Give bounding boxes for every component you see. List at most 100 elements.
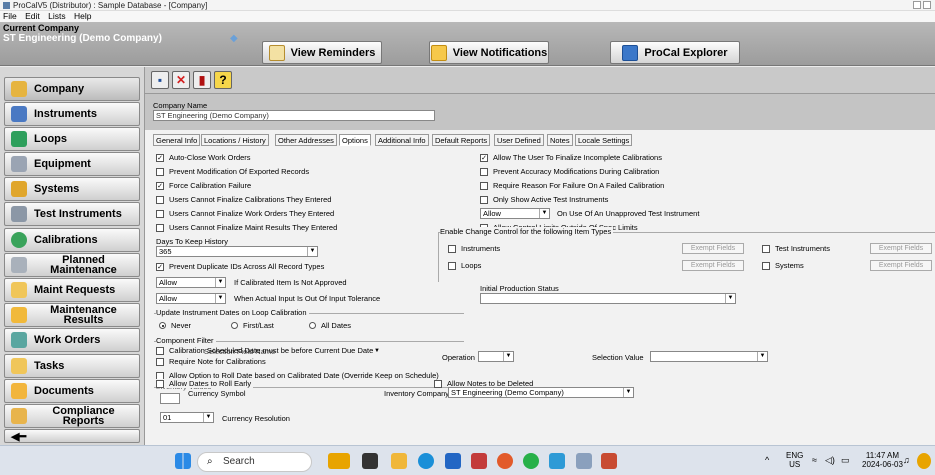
language-indicator[interactable]: ENG US xyxy=(786,451,803,469)
file-explorer-icon[interactable] xyxy=(391,453,407,469)
tab-locale-settings[interactable]: Locale Settings xyxy=(575,134,633,146)
sidebar-item-loops[interactable]: Loops xyxy=(4,127,140,151)
initial-production-select[interactable]: ▼ xyxy=(480,293,736,304)
taskbar-search[interactable]: Search xyxy=(197,452,312,472)
tab-default-reports[interactable]: Default Reports xyxy=(432,134,491,146)
menu-file[interactable]: File xyxy=(3,11,17,21)
checkbox-finalize-calibrations[interactable]: Users Cannot Finalize Calibrations They … xyxy=(156,195,331,204)
tolerance-select[interactable]: Allow ▼ xyxy=(156,293,226,304)
sidebar-item-equipment[interactable]: Equipment xyxy=(4,152,140,176)
chrome-icon[interactable] xyxy=(497,453,513,469)
checkbox-finalize-work-orders[interactable]: Users Cannot Finalize Work Orders They E… xyxy=(156,209,334,218)
checkbox-prevent-modification[interactable]: Prevent Modification Of Exported Records xyxy=(156,167,309,176)
checkbox-prevent-accuracy[interactable]: Prevent Accuracy Modifications During Ca… xyxy=(480,167,659,176)
radio-all-dates[interactable]: All Dates xyxy=(309,321,351,330)
exempt-fields-test-instruments-button[interactable]: Exempt Fields xyxy=(870,243,932,254)
tasks-icon xyxy=(11,358,27,374)
company-dropdown-icon[interactable]: ◆ xyxy=(230,33,238,44)
unapproved-instrument-select[interactable]: Allow ▼ xyxy=(480,208,550,219)
currency-resolution-select[interactable]: 01 ▼ xyxy=(160,412,214,423)
tab-notes[interactable]: Notes xyxy=(547,134,573,146)
sidebar-item-calibrations[interactable]: Calibrations xyxy=(4,228,140,252)
checkbox-cc-loops[interactable]: Loops xyxy=(448,261,481,270)
checkbox-box xyxy=(156,167,164,176)
exempt-fields-instruments-button[interactable]: Exempt Fields xyxy=(682,243,744,254)
window-app-icon[interactable] xyxy=(576,453,592,469)
inventory-company-select[interactable]: ST Engineering (Demo Company) ▼ xyxy=(448,387,634,398)
selection-value-select[interactable]: ▼ xyxy=(650,351,768,362)
checkbox-require-reason[interactable]: Require Reason For Failure On A Failed C… xyxy=(480,181,664,190)
sidebar-item-planned-maintenance[interactable]: Planned Maintenance xyxy=(4,253,140,277)
chevron-down-icon: ▼ xyxy=(374,348,380,354)
checkbox-cc-test-instruments[interactable]: Test Instruments xyxy=(762,244,830,253)
checkbox-cal-scheduled[interactable]: Calibration Scheduled Date must be befor… xyxy=(156,346,373,355)
view-reminders-button[interactable]: View Reminders xyxy=(262,41,382,64)
close-button[interactable] xyxy=(923,1,931,9)
save-icon[interactable]: ▪ xyxy=(151,71,169,89)
tab-other-addresses[interactable]: Other Addresses xyxy=(275,134,337,146)
checkbox-auto-close[interactable]: ✓ Auto-Close Work Orders xyxy=(156,153,251,162)
chevron-up-icon[interactable]: ^ xyxy=(765,455,769,465)
menu-lists[interactable]: Lists xyxy=(48,11,65,21)
checkbox-roll-early[interactable]: Allow Dates to Roll Early xyxy=(156,379,254,388)
menu-help[interactable]: Help xyxy=(74,11,91,21)
checkbox-cc-systems[interactable]: Systems xyxy=(762,261,804,270)
checkbox-finalize-maint-results[interactable]: Users Cannot Finalize Maint Results They… xyxy=(156,223,337,232)
powerpoint-icon[interactable] xyxy=(601,453,617,469)
checkbox-require-note[interactable]: Require Note for Calibrations xyxy=(156,357,266,366)
checkbox-box xyxy=(434,379,442,388)
task-view-icon[interactable] xyxy=(362,453,378,469)
radio-never[interactable]: Never xyxy=(159,321,191,330)
checkbox-cc-instruments[interactable]: Instruments xyxy=(448,244,500,253)
store-icon[interactable] xyxy=(445,453,461,469)
sidebar-item-systems[interactable]: Systems xyxy=(4,177,140,201)
menu-edit[interactable]: Edit xyxy=(25,11,40,21)
tab-additional-info[interactable]: Additional Info xyxy=(375,134,429,146)
exempt-fields-systems-button[interactable]: Exempt Fields xyxy=(870,260,932,271)
sidebar-item-compliance-reports[interactable]: Compliance Reports xyxy=(4,404,140,428)
sidebar-item-work-orders[interactable]: Work Orders xyxy=(4,328,140,352)
procal-explorer-button[interactable]: ProCal Explorer xyxy=(610,41,740,64)
sidebar-item-instruments[interactable]: Instruments xyxy=(4,102,140,126)
procal-taskbar-icon[interactable] xyxy=(549,453,565,469)
sidebar-item-tasks[interactable]: Tasks xyxy=(4,354,140,378)
days-history-select[interactable]: 365 ▼ xyxy=(156,246,318,257)
exempt-fields-loops-button[interactable]: Exempt Fields xyxy=(682,260,744,271)
battery-icon[interactable]: ▭ xyxy=(841,455,850,466)
app-icon-red[interactable] xyxy=(471,453,487,469)
checkbox-force-failure[interactable]: ✓ Force Calibration Failure xyxy=(156,181,251,190)
clock[interactable]: 11:47 AM 2024-06-03 xyxy=(862,451,903,469)
currency-symbol-field[interactable] xyxy=(160,393,180,404)
start-icon[interactable] xyxy=(175,453,191,469)
minimize-button[interactable] xyxy=(913,1,921,9)
tab-options[interactable]: Options xyxy=(339,134,371,146)
edge-icon[interactable] xyxy=(418,453,434,469)
sidebar-item-maintenance-results[interactable]: Maintenance Results xyxy=(4,303,140,327)
radio-first-last[interactable]: First/Last xyxy=(231,321,274,330)
whatsapp-icon[interactable] xyxy=(523,453,539,469)
volume-icon[interactable]: ◁) xyxy=(825,455,835,466)
operation-select[interactable]: ▼ xyxy=(478,351,514,362)
radio-button xyxy=(231,322,238,329)
sidebar-collapse-button[interactable]: ◀━ xyxy=(4,429,140,443)
sidebar-item-test-instruments[interactable]: Test Instruments xyxy=(4,202,140,226)
delete-icon[interactable]: ✕ xyxy=(172,71,190,89)
company-name-field[interactable]: ST Engineering (Demo Company) xyxy=(153,110,435,121)
tab-locations-history[interactable]: Locations / History xyxy=(201,134,269,146)
wifi-icon[interactable]: ≈ xyxy=(812,455,817,465)
help-icon[interactable]: ? xyxy=(214,71,232,89)
notification-icon[interactable]: ♫ xyxy=(903,455,910,465)
sidebar-item-maint-requests[interactable]: Maint Requests xyxy=(4,278,140,302)
checkbox-active-test-instruments[interactable]: Only Show Active Test Instruments xyxy=(480,195,608,204)
sidebar-item-documents[interactable]: Documents xyxy=(4,379,140,403)
tab-user-defined[interactable]: User Defined xyxy=(494,134,544,146)
view-notifications-button[interactable]: View Notifications xyxy=(429,41,549,64)
copilot-icon[interactable] xyxy=(917,453,931,469)
checkbox-prevent-duplicate-ids[interactable]: ✓ Prevent Duplicate IDs Across All Record… xyxy=(156,262,324,271)
not-approved-select[interactable]: Allow ▼ xyxy=(156,277,226,288)
widgets-icon[interactable] xyxy=(328,453,350,469)
sidebar-item-company[interactable]: Company xyxy=(4,77,140,101)
tab-general-info[interactable]: General Info xyxy=(153,134,201,146)
checkbox-finalize-incomplete[interactable]: ✓ Allow The User To Finalize Incomplete C… xyxy=(480,153,662,162)
exit-icon[interactable]: ▮ xyxy=(193,71,211,89)
